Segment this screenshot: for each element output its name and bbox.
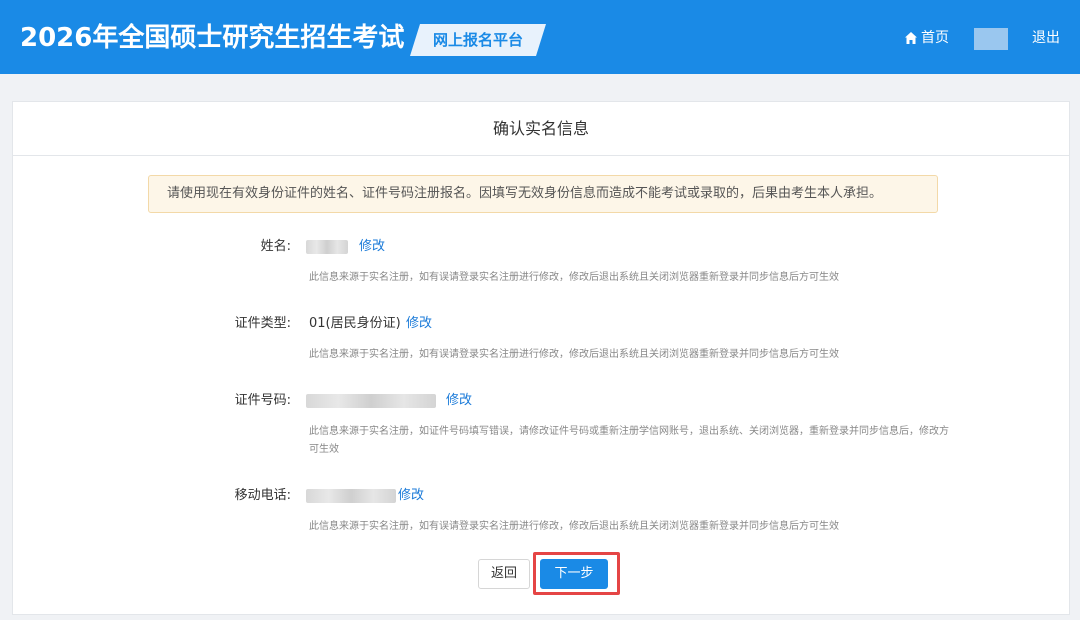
- phone-edit-link[interactable]: 修改: [398, 487, 424, 505]
- home-icon: [905, 32, 917, 44]
- name-value-blurred: [306, 240, 348, 254]
- logout-link[interactable]: 退出: [1032, 28, 1060, 48]
- name-edit-link[interactable]: 修改: [359, 238, 385, 256]
- warning-notice: 请使用现在有效身份证件的姓名、证件号码注册报名。因填写无效身份信息而造成不能考试…: [148, 175, 938, 213]
- phone-value-blurred: [306, 489, 396, 503]
- card-title: 确认实名信息: [13, 102, 1069, 156]
- top-header: 2026年全国硕士研究生招生考试 网上报名平台 首页 退出: [0, 0, 1080, 74]
- exam-title: 2026年全国硕士研究生招生考试: [20, 23, 405, 53]
- id-type-value: 01(居民身份证): [309, 316, 401, 331]
- phone-hint: 此信息来源于实名注册，如有误请登录实名注册进行修改，修改后退出系统且关闭浏览器重…: [309, 521, 839, 532]
- back-button[interactable]: 返回: [478, 559, 530, 589]
- id-number-edit-link[interactable]: 修改: [446, 392, 472, 410]
- id-number-label: 证件号码:: [234, 393, 291, 408]
- id-type-hint: 此信息来源于实名注册，如有误请登录实名注册进行修改，修改后退出系统且关闭浏览器重…: [309, 349, 839, 360]
- id-type-label: 证件类型:: [234, 316, 291, 331]
- phone-label: 移动电话:: [234, 488, 291, 503]
- id-number-hint: 此信息来源于实名注册，如证件号码填写错误，请修改证件号码或重新注册学信网账号，退…: [309, 426, 949, 455]
- confirm-card: 确认实名信息 请使用现在有效身份证件的姓名、证件号码注册报名。因填写无效身份信息…: [12, 101, 1070, 615]
- home-label: 首页: [921, 30, 949, 46]
- id-type-edit-link[interactable]: 修改: [406, 315, 432, 333]
- name-label: 姓名:: [260, 239, 291, 254]
- user-avatar-blurred[interactable]: [974, 28, 1008, 50]
- next-step-button[interactable]: 下一步: [540, 559, 608, 589]
- id-number-value-blurred: [306, 394, 436, 408]
- platform-label: 网上报名平台: [432, 31, 523, 49]
- platform-badge: 网上报名平台: [410, 24, 546, 56]
- name-hint: 此信息来源于实名注册，如有误请登录实名注册进行修改，修改后退出系统且关闭浏览器重…: [309, 272, 839, 283]
- home-link[interactable]: 首页: [904, 28, 949, 48]
